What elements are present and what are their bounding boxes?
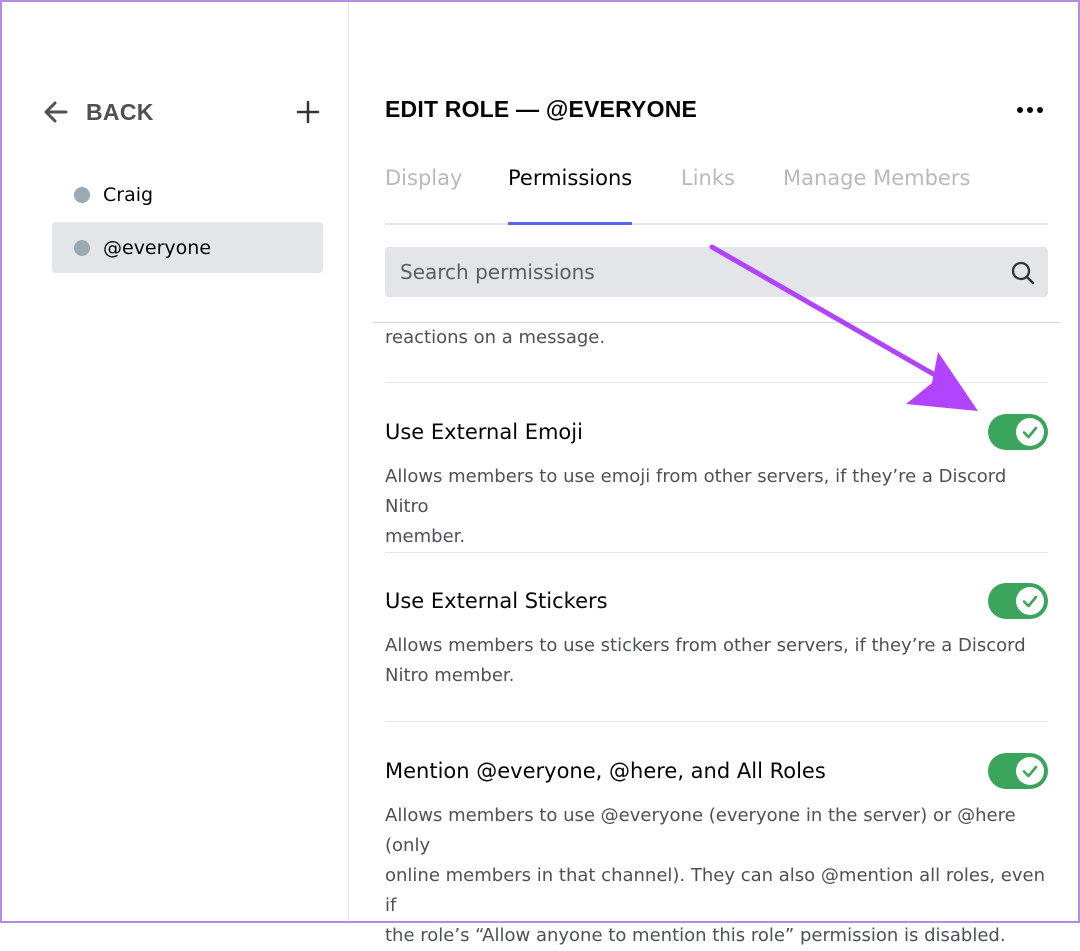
check-icon bbox=[1022, 595, 1038, 608]
description-line: Allows members to use @everyone (everyon… bbox=[385, 805, 1016, 856]
role-color-dot bbox=[74, 186, 90, 203]
description-line: Allows members to use emoji from other s… bbox=[385, 466, 1007, 517]
more-options-button[interactable] bbox=[1015, 100, 1047, 124]
description-line: Nitro member. bbox=[385, 665, 515, 686]
permission-title-mention-everyone: Mention @everyone, @here, and All Roles bbox=[385, 759, 826, 783]
search-icon bbox=[1011, 261, 1035, 285]
tab-permissions[interactable]: Permissions bbox=[508, 166, 633, 225]
arrow-left-icon bbox=[44, 101, 68, 123]
roles-sidebar: BACK Craig @everyone bbox=[2, 2, 349, 921]
back-button[interactable]: BACK bbox=[42, 98, 154, 126]
toggle-knob bbox=[1016, 757, 1044, 785]
permission-title-use-external-stickers: Use External Stickers bbox=[385, 589, 608, 613]
description-line: Allows members to use stickers from othe… bbox=[385, 635, 1026, 656]
tab-bar: Display Permissions Links Manage Members bbox=[385, 166, 1048, 225]
toggle-knob bbox=[1016, 587, 1044, 615]
more-horizontal-icon bbox=[1017, 107, 1043, 113]
divider bbox=[385, 382, 1048, 383]
add-role-button[interactable] bbox=[296, 100, 320, 128]
description-line: the role’s “Allow anyone to mention this… bbox=[385, 925, 1006, 946]
tab-links[interactable]: Links bbox=[681, 166, 735, 223]
description-line: online members in that channel). They ca… bbox=[385, 865, 1046, 916]
plus-icon bbox=[296, 100, 320, 124]
permission-description-use-external-emoji: Allows members to use emoji from other s… bbox=[385, 462, 1050, 552]
permission-title-use-external-emoji: Use External Emoji bbox=[385, 420, 583, 444]
tab-display[interactable]: Display bbox=[385, 166, 462, 223]
tab-manage-members[interactable]: Manage Members bbox=[783, 166, 970, 223]
check-icon bbox=[1022, 426, 1038, 439]
back-label: BACK bbox=[86, 98, 154, 125]
toggle-use-external-emoji[interactable] bbox=[988, 414, 1048, 450]
toggle-mention-everyone[interactable] bbox=[988, 753, 1048, 789]
page-title: EDIT ROLE — @EVERYONE bbox=[385, 96, 698, 122]
check-icon bbox=[1022, 765, 1038, 778]
role-name: Craig bbox=[103, 183, 154, 206]
role-item-craig[interactable]: Craig bbox=[52, 169, 323, 220]
role-name: @everyone bbox=[103, 236, 212, 259]
description-line: member. bbox=[385, 526, 466, 547]
divider bbox=[385, 552, 1048, 553]
edit-role-panel: EDIT ROLE — @EVERYONE Display Permission… bbox=[349, 2, 1078, 946]
scroll-divider bbox=[373, 322, 1061, 323]
role-color-dot bbox=[74, 239, 90, 256]
role-item-everyone[interactable]: @everyone bbox=[52, 222, 323, 273]
permission-description-use-external-stickers: Allows members to use stickers from othe… bbox=[385, 631, 1050, 691]
search-permissions-input[interactable]: Search permissions bbox=[385, 247, 1048, 297]
toggle-knob bbox=[1016, 418, 1044, 446]
permission-description-mention-everyone: Allows members to use @everyone (everyon… bbox=[385, 801, 1050, 951]
divider bbox=[385, 721, 1048, 722]
previous-permission-description: reactions on a message. bbox=[385, 327, 606, 348]
search-placeholder: Search permissions bbox=[400, 260, 595, 284]
toggle-use-external-stickers[interactable] bbox=[988, 583, 1048, 619]
